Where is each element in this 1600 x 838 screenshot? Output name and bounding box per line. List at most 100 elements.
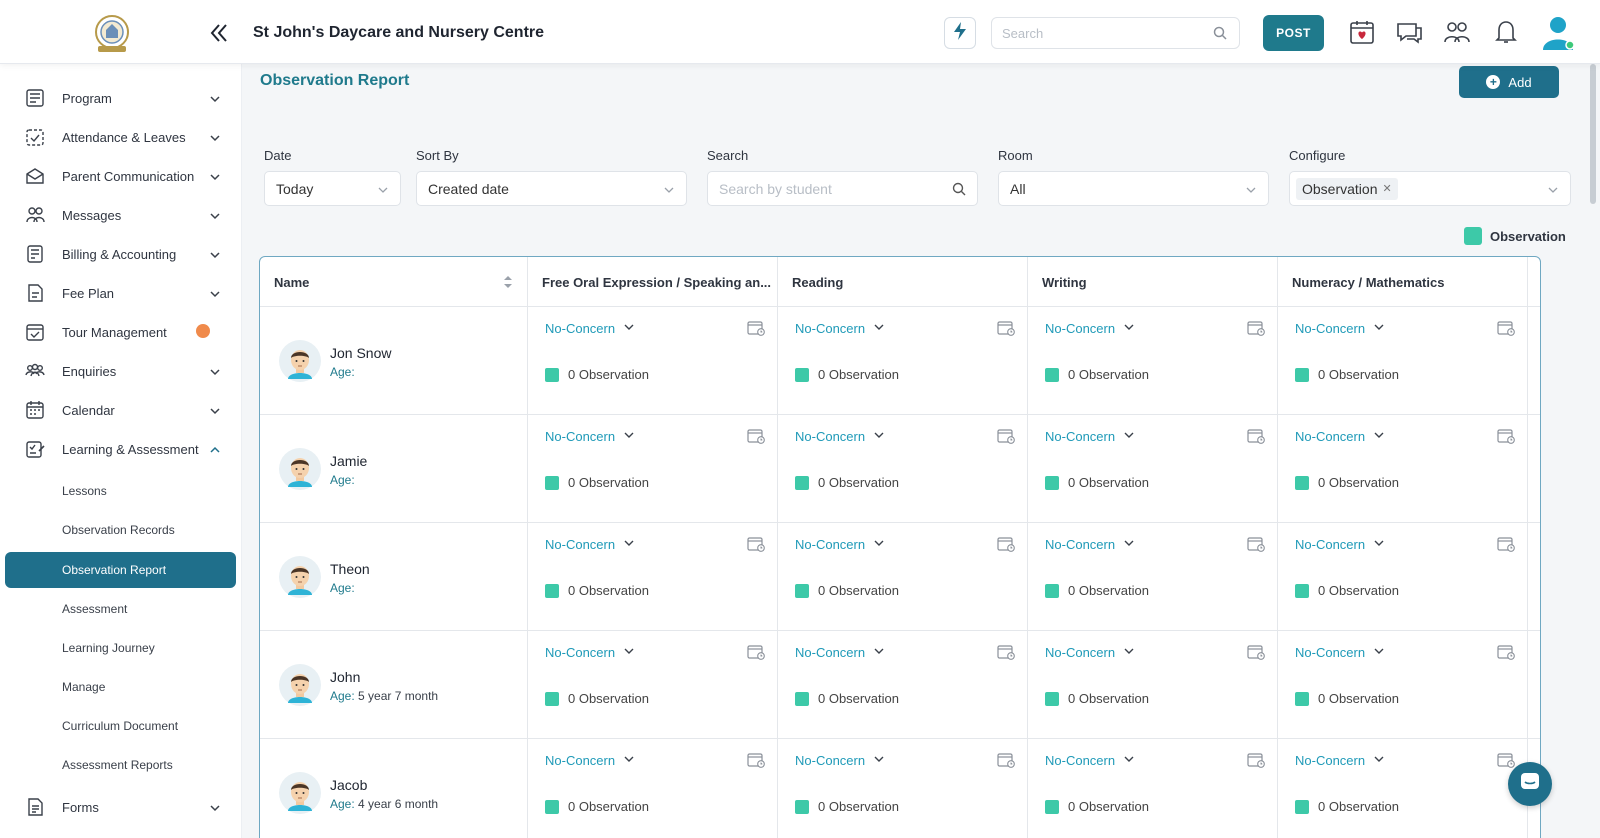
concern-dropdown[interactable]: No-Concern [545,429,635,444]
concern-dropdown[interactable]: No-Concern [1295,429,1385,444]
schedule-icon[interactable] [747,428,765,449]
schedule-icon[interactable] [1497,320,1515,341]
calendar-heart-icon[interactable] [1346,16,1378,48]
schedule-icon[interactable] [747,536,765,557]
concern-dropdown[interactable]: No-Concern [795,429,885,444]
observation-count[interactable]: 0 Observation [1045,583,1149,598]
concern-dropdown[interactable]: No-Concern [1295,753,1385,768]
sidebar-item-learning-assessment[interactable]: Learning & Assessment [0,431,242,467]
sidebar-item-messages[interactable]: Messages [0,197,242,233]
sidebar-item-tour-management[interactable]: Tour Management [0,314,242,350]
concern-dropdown[interactable]: No-Concern [1295,537,1385,552]
schedule-icon[interactable] [997,320,1015,341]
add-button[interactable]: + Add [1459,66,1559,98]
concern-dropdown[interactable]: No-Concern [545,753,635,768]
schedule-icon[interactable] [1497,536,1515,557]
concern-dropdown[interactable]: No-Concern [795,753,885,768]
observation-count[interactable]: 0 Observation [795,799,899,814]
schedule-icon[interactable] [747,644,765,665]
observation-count[interactable]: 0 Observation [1295,583,1399,598]
concern-dropdown[interactable]: No-Concern [795,537,885,552]
sidebar-subitem-learning-journey[interactable]: Learning Journey [5,630,236,666]
observation-count[interactable]: 0 Observation [1045,691,1149,706]
observation-count[interactable]: 0 Observation [1295,799,1399,814]
sidebar-subitem-observation-report[interactable]: Observation Report [5,552,236,588]
remove-chip-icon[interactable]: ✕ [1382,182,1391,195]
student-name[interactable]: Theon [330,561,370,577]
schedule-icon[interactable] [747,320,765,341]
observation-count[interactable]: 0 Observation [795,691,899,706]
concern-dropdown[interactable]: No-Concern [1045,537,1135,552]
schedule-icon[interactable] [997,428,1015,449]
sidebar-subitem-assessment-reports[interactable]: Assessment Reports [5,747,236,783]
observation-count[interactable]: 0 Observation [1045,367,1149,382]
sidebar-subitem-observation-records[interactable]: Observation Records [5,512,236,548]
schedule-icon[interactable] [1497,644,1515,665]
student-name[interactable]: Jamie [330,453,367,469]
concern-dropdown[interactable]: No-Concern [545,537,635,552]
observation-count[interactable]: 0 Observation [1045,475,1149,490]
schedule-icon[interactable] [997,536,1015,557]
concern-dropdown[interactable]: No-Concern [1295,321,1385,336]
sidebar-item-forms[interactable]: Forms [0,789,242,825]
global-search-input[interactable] [1002,18,1202,48]
support-chat-button[interactable] [1508,762,1552,806]
schedule-icon[interactable] [1497,428,1515,449]
room-filter-select[interactable]: All [998,171,1269,206]
schedule-icon[interactable] [997,752,1015,773]
schedule-icon[interactable] [747,752,765,773]
page-scrollbar[interactable] [1590,64,1596,204]
date-filter-select[interactable]: Today [264,171,401,206]
observation-count[interactable]: 0 Observation [545,583,649,598]
notification-bell-icon[interactable] [1490,16,1522,48]
observation-count[interactable]: 0 Observation [1295,475,1399,490]
concern-dropdown[interactable]: No-Concern [1045,321,1135,336]
observation-count[interactable]: 0 Observation [545,475,649,490]
schedule-icon[interactable] [997,644,1015,665]
observation-count[interactable]: 0 Observation [545,691,649,706]
sidebar-item-parent-communication[interactable]: Parent Communication [0,158,242,194]
student-search-input[interactable]: Search by student [707,171,978,206]
observation-count[interactable]: 0 Observation [1295,367,1399,382]
schedule-icon[interactable] [1247,428,1265,449]
sidebar-subitem-assessment[interactable]: Assessment [5,591,236,627]
schedule-icon[interactable] [1247,752,1265,773]
observation-count[interactable]: 0 Observation [795,475,899,490]
observation-count[interactable]: 0 Observation [795,367,899,382]
observation-count[interactable]: 0 Observation [1045,799,1149,814]
concern-dropdown[interactable]: No-Concern [795,321,885,336]
observation-count[interactable]: 0 Observation [795,583,899,598]
configure-multiselect[interactable]: Observation ✕ [1289,171,1571,206]
global-search[interactable] [991,17,1240,49]
concern-dropdown[interactable]: No-Concern [1045,753,1135,768]
observation-count[interactable]: 0 Observation [545,367,649,382]
quick-actions-button[interactable] [944,17,976,49]
schedule-icon[interactable] [1247,320,1265,341]
concern-dropdown[interactable]: No-Concern [1045,645,1135,660]
post-button[interactable]: POST [1263,15,1324,51]
sidebar-item-billing[interactable]: Billing & Accounting [0,236,242,272]
student-name[interactable]: Jacob [330,777,367,793]
observation-count[interactable]: 0 Observation [1295,691,1399,706]
chat-icon[interactable] [1393,16,1425,48]
sidebar-subitem-curriculum-document[interactable]: Curriculum Document [5,708,236,744]
sidebar-subitem-lessons[interactable]: Lessons [5,473,236,509]
concern-dropdown[interactable]: No-Concern [1295,645,1385,660]
sort-by-select[interactable]: Created date [416,171,687,206]
school-logo[interactable] [90,14,134,54]
schedule-icon[interactable] [1247,536,1265,557]
name-column-header[interactable]: Name [260,257,528,307]
student-name[interactable]: Jon Snow [330,345,391,361]
concern-dropdown[interactable]: No-Concern [795,645,885,660]
user-avatar[interactable] [1538,12,1578,52]
sidebar-item-enquiries[interactable]: Enquiries [0,353,242,389]
sidebar-subitem-manage[interactable]: Manage [5,669,236,705]
observation-count[interactable]: 0 Observation [545,799,649,814]
sidebar-item-program[interactable]: Program [0,80,242,116]
concern-dropdown[interactable]: No-Concern [1045,429,1135,444]
concern-dropdown[interactable]: No-Concern [545,321,635,336]
sort-icon[interactable] [503,274,513,293]
collapse-sidebar-icon[interactable] [206,20,232,46]
schedule-icon[interactable] [1247,644,1265,665]
sidebar-item-fee-plan[interactable]: Fee Plan [0,275,242,311]
